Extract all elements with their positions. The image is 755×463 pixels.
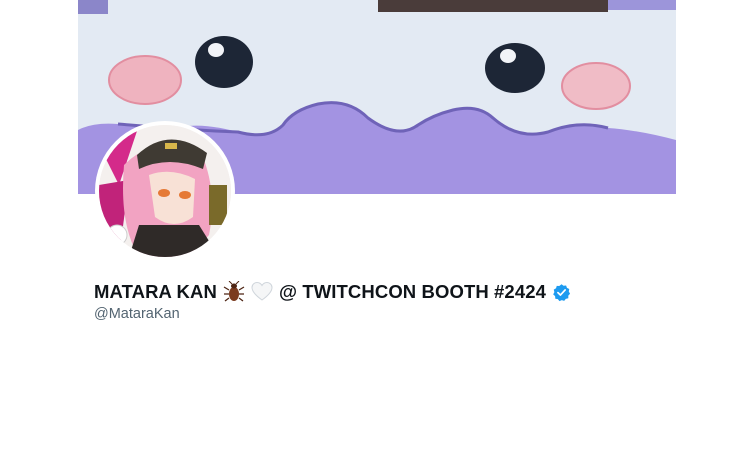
profile-handle: @MataraKan [94,306,180,322]
avatar-image [99,125,231,257]
verified-badge-icon[interactable] [552,283,571,302]
display-name: MATARA KAN @ TWITCHCON BOOTH #2424 [94,279,571,305]
profile-avatar[interactable] [95,121,235,261]
display-name-prefix: MATARA KAN [94,281,217,302]
display-name-suffix: @ TWITCHCON BOOTH #2424 [278,281,546,302]
white-heart-emoji-icon [251,281,273,303]
cockroach-emoji-icon [223,280,245,303]
